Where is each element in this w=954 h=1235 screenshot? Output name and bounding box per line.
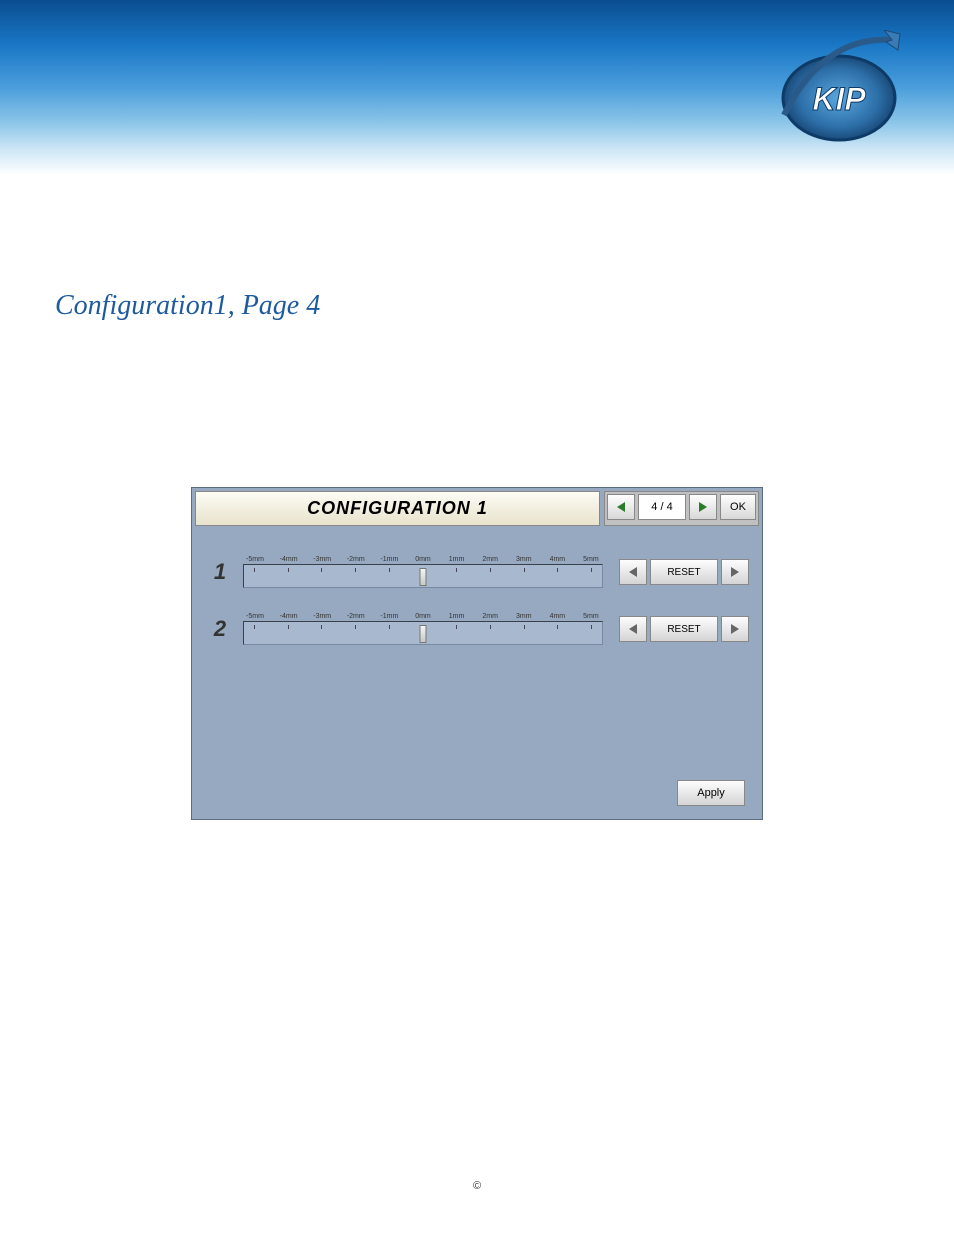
decrement-button[interactable] <box>619 559 647 585</box>
prev-page-button[interactable] <box>607 494 635 520</box>
slider-controls: RESET <box>619 559 749 585</box>
chevron-left-icon <box>629 567 637 577</box>
chevron-right-icon <box>731 567 739 577</box>
next-page-button[interactable] <box>689 494 717 520</box>
slider-controls: RESET <box>619 616 749 642</box>
header-banner: KIP <box>0 0 954 175</box>
kip-logo: KIP <box>764 30 914 150</box>
slider-row-2: 2 -5mm -4mm -3mm -2mm -1mm 0mm 1mm 2mm 3… <box>205 613 749 645</box>
copyright: © <box>0 1180 954 1192</box>
slider-track[interactable] <box>243 564 603 588</box>
chevron-right-icon <box>699 502 707 512</box>
slider-thumb[interactable] <box>420 568 427 586</box>
config-header: CONFIGURATION 1 4 / 4 OK <box>195 491 759 526</box>
row-number: 2 <box>205 616 235 642</box>
reset-button[interactable]: RESET <box>650 616 718 642</box>
ok-button[interactable]: OK <box>720 494 756 520</box>
increment-button[interactable] <box>721 559 749 585</box>
page-nav-group: 4 / 4 OK <box>604 491 759 526</box>
chevron-right-icon <box>731 624 739 634</box>
config-body: 1 -5mm -4mm -3mm -2mm -1mm 0mm 1mm 2mm 3… <box>195 556 759 816</box>
slider-row-1: 1 -5mm -4mm -3mm -2mm -1mm 0mm 1mm 2mm 3… <box>205 556 749 588</box>
decrement-button[interactable] <box>619 616 647 642</box>
chevron-left-icon <box>617 502 625 512</box>
slider-track[interactable] <box>243 621 603 645</box>
svg-text:KIP: KIP <box>812 81 866 117</box>
page-title: Configuration1, Page 4 <box>55 290 954 322</box>
slider-thumb[interactable] <box>420 625 427 643</box>
increment-button[interactable] <box>721 616 749 642</box>
slider-area: -5mm -4mm -3mm -2mm -1mm 0mm 1mm 2mm 3mm… <box>235 556 611 588</box>
slider-area: -5mm -4mm -3mm -2mm -1mm 0mm 1mm 2mm 3mm… <box>235 613 611 645</box>
chevron-left-icon <box>629 624 637 634</box>
config-title: CONFIGURATION 1 <box>195 491 600 526</box>
row-number: 1 <box>205 559 235 585</box>
apply-button[interactable]: Apply <box>677 780 745 806</box>
tick-labels: -5mm -4mm -3mm -2mm -1mm 0mm 1mm 2mm 3mm… <box>243 556 603 563</box>
reset-button[interactable]: RESET <box>650 559 718 585</box>
configuration-panel: CONFIGURATION 1 4 / 4 OK 1 -5mm -4mm -3m… <box>191 487 763 820</box>
tick-labels: -5mm -4mm -3mm -2mm -1mm 0mm 1mm 2mm 3mm… <box>243 613 603 620</box>
page-indicator: 4 / 4 <box>638 494 686 520</box>
